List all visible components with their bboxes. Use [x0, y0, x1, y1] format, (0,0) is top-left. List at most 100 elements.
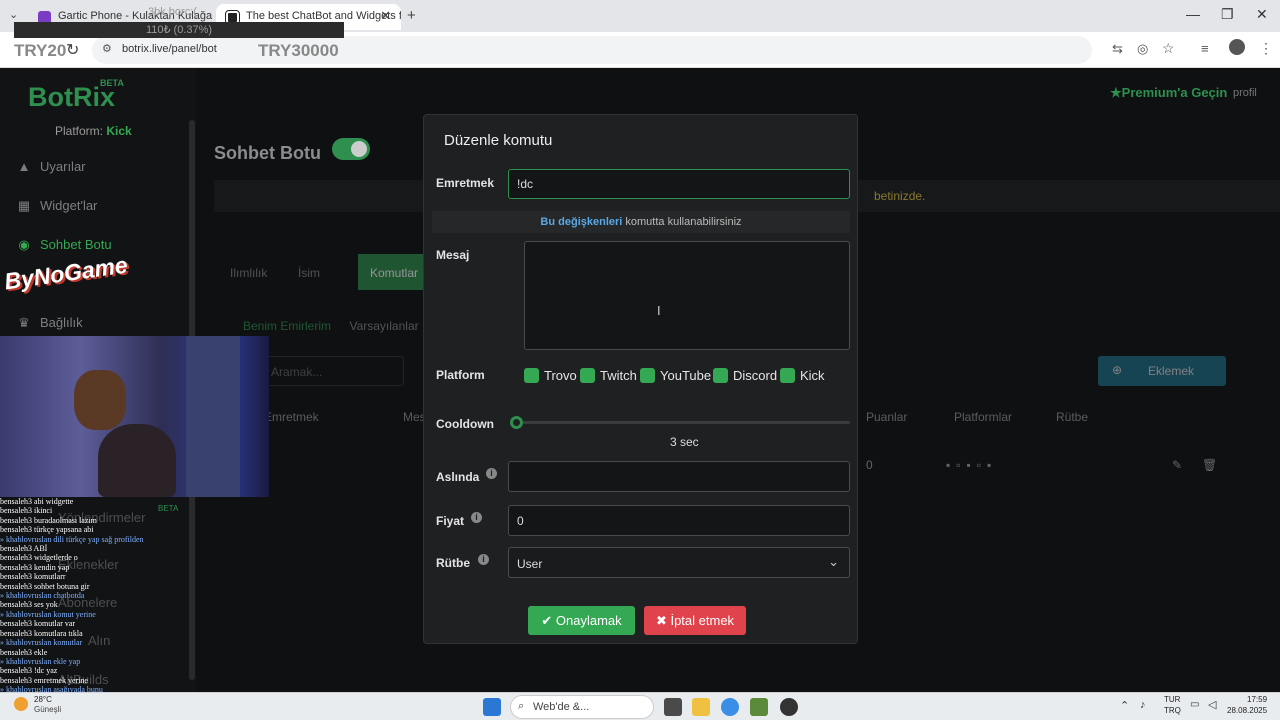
edit-icon[interactable]: ✎ — [1172, 458, 1182, 472]
premium-link[interactable]: ★Premium'a Geçin — [1110, 85, 1227, 101]
clock-date[interactable]: 28.08.2025 — [1227, 706, 1267, 715]
grid-icon: ▦ — [17, 198, 31, 213]
chat-overlay: bensaleh3 abi widgette bensaleh3 ikinci be… — [0, 497, 200, 709]
search-icon: ⌕ — [518, 700, 525, 712]
language-top[interactable]: TUR — [1164, 695, 1180, 704]
variables-link[interactable]: Bu değişkenleri — [540, 216, 622, 228]
check-icon — [713, 368, 728, 383]
weather-temp[interactable]: 28°C — [34, 695, 52, 704]
price-input[interactable] — [508, 505, 850, 536]
check-icon — [580, 368, 595, 383]
file-explorer-icon[interactable] — [692, 698, 710, 716]
chrome-icon[interactable] — [721, 698, 739, 716]
check-icon — [640, 368, 655, 383]
rank-value: User — [517, 557, 543, 571]
warning-icon: ▲ — [17, 159, 31, 174]
sidebar-item-loyalty[interactable]: ♛ Bağlılık — [16, 315, 83, 331]
taskbar-search[interactable]: ⌕ Web'de &... — [510, 695, 654, 719]
translate-icon[interactable]: ⇆ — [1112, 41, 1123, 57]
close-icon[interactable]: ✕ — [380, 8, 391, 24]
bookmark-star-icon[interactable]: ☆ — [1162, 40, 1175, 57]
trophy-icon: ♛ — [18, 315, 30, 330]
info-icon[interactable]: i — [486, 468, 497, 479]
col-platforms[interactable]: Platformlar — [954, 410, 1012, 424]
site-info-icon[interactable]: ⚙ — [102, 42, 112, 55]
star-icon: ★ — [1110, 85, 1122, 100]
add-command-button[interactable]: ⊕ Eklemek — [1098, 356, 1226, 386]
sidebar-item-label: Bağlılık — [40, 315, 83, 330]
alias-input[interactable] — [508, 461, 850, 492]
sidebar-item-label: Widget'lar — [40, 198, 98, 213]
confirm-button[interactable]: ✔ Onaylamak — [528, 606, 635, 635]
chat-message: bensaleh3 komutlar var — [0, 619, 76, 629]
col-command[interactable]: Emretmek — [264, 410, 319, 424]
command-input[interactable] — [508, 169, 850, 199]
maximize-button[interactable]: ❐ — [1221, 6, 1234, 23]
obs-icon[interactable] — [780, 698, 798, 716]
try-left: TRY20 — [14, 41, 67, 60]
info-icon[interactable]: i — [471, 512, 482, 523]
url-box[interactable]: ⚙ botrix.live/panel/bot — [92, 36, 1092, 64]
price-label: Fiyat — [436, 514, 465, 528]
trash-icon[interactable]: 🗑 — [1202, 458, 1217, 472]
chat-message: bensaleh3 kendin yap — [0, 562, 70, 572]
chat-message: bensaleh3 widgetlerde o — [0, 553, 78, 563]
platform-kick-checkbox[interactable]: Kick — [780, 368, 825, 384]
avatar[interactable] — [1229, 39, 1245, 55]
alias-label: Aslında — [436, 470, 480, 484]
message-textarea[interactable] — [524, 241, 850, 350]
rank-select[interactable]: User ⌄ — [508, 547, 850, 578]
task-view-icon[interactable] — [664, 698, 682, 716]
platform-discord-checkbox[interactable]: Discord — [713, 368, 777, 384]
col-points[interactable]: Puanlar — [866, 410, 907, 424]
chat-message: bensaleh3 emretmek yerine — [0, 675, 88, 685]
platform-label: Platform — [436, 368, 485, 382]
info-icon[interactable]: i — [478, 554, 489, 565]
tab-search-icon[interactable]: ⌄ — [9, 8, 18, 21]
volume-icon[interactable]: ◁ — [1208, 698, 1216, 711]
platform-trovo-checkbox[interactable]: Trovo — [524, 368, 577, 384]
beta-badge: BETA — [100, 78, 124, 88]
sidebar-item-alerts[interactable]: ▲ Uyarılar — [16, 159, 86, 174]
chat-message: bensaleh3 ses yok — [0, 600, 58, 610]
subtab-defaults[interactable]: Varsayılanlar — [349, 319, 418, 333]
chat-message: bensaleh3 komutlara tıkla — [0, 628, 83, 638]
mic-icon[interactable]: ♪ — [1140, 699, 1146, 711]
reload-icon[interactable]: ↻ — [66, 40, 79, 60]
network-icon[interactable]: ▭ — [1190, 699, 1199, 710]
teddy-bear-image — [74, 370, 126, 430]
tab-name[interactable]: İsim — [298, 266, 320, 280]
media-icon[interactable]: ≡ — [1201, 41, 1209, 56]
chatbot-toggle[interactable] — [332, 138, 370, 160]
language-bottom[interactable]: TRQ — [1164, 706, 1181, 715]
add-button-label: Eklemek — [1148, 364, 1195, 378]
windows-start-icon[interactable] — [483, 698, 501, 716]
col-rank[interactable]: Rütbe — [1056, 410, 1088, 424]
clock-time[interactable]: 17:59 — [1247, 695, 1267, 704]
person-image — [98, 424, 176, 497]
menu-icon[interactable]: ⋮ — [1259, 40, 1273, 57]
cooldown-slider-track[interactable] — [510, 416, 850, 429]
platform-twitch-checkbox[interactable]: Twitch — [580, 368, 637, 384]
row-points: 0 — [866, 458, 873, 472]
profile-link[interactable]: profil — [1233, 87, 1257, 99]
window-close-button[interactable]: ✕ — [1256, 6, 1268, 23]
platform-youtube-checkbox[interactable]: YouTube — [640, 368, 711, 384]
cancel-button[interactable]: ✖ İptal etmek — [644, 606, 746, 635]
minimize-button[interactable]: — — [1186, 6, 1200, 22]
tray-chevron-icon[interactable]: ⌃ — [1120, 699, 1129, 712]
search-input[interactable]: Aramak... — [256, 356, 404, 386]
new-tab-button[interactable]: + — [407, 7, 416, 24]
chat-message: bensaleh3 türkçe yapsana abi — [0, 525, 94, 535]
tab-moderation[interactable]: Ilımlılık — [230, 266, 267, 280]
sidebar-item-widgets[interactable]: ▦ Widget'lar — [16, 198, 98, 214]
cooldown-slider-handle[interactable] — [510, 416, 523, 429]
eye-off-icon[interactable]: ◎ — [1137, 41, 1148, 57]
chat-message: bensaleh3 abi widgette — [0, 497, 74, 506]
weather-text[interactable]: Güneşli — [34, 705, 61, 714]
chat-message: bensaleh3 sohbet botuna gir — [0, 581, 90, 591]
sidebar-item-chatbot[interactable]: ◉ Sohbet Botu — [16, 237, 111, 253]
subtab-my-commands[interactable]: Benim Emirlerim — [243, 319, 331, 333]
variables-hint: Bu değişkenleri komutta kullanabilirsini… — [432, 211, 850, 233]
minecraft-icon[interactable] — [750, 698, 768, 716]
